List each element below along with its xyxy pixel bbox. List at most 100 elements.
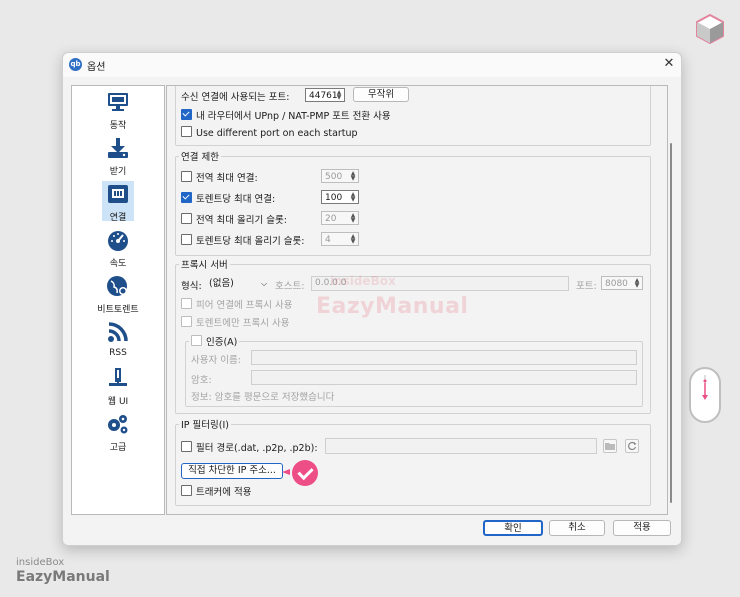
sidebar: 동작 받기 연결 속도 비트토렌트 RSS 웹 UI 고급	[71, 85, 165, 515]
upnp-option[interactable]: 내 라우터에서 UPnp / NAT-PMP 포트 전환 사용	[181, 108, 391, 122]
webui-icon	[106, 367, 130, 389]
manually-banned-ip-button[interactable]: 직접 차단한 IP 주소...	[181, 463, 283, 479]
sidebar-item-connection[interactable]: 연결	[72, 180, 164, 226]
global-upload-slots-checkbox[interactable]	[181, 213, 192, 224]
apply-button[interactable]: 적용	[613, 520, 671, 536]
proxy-username-label: 사용자 이름:	[191, 355, 241, 366]
global-upload-slots-option[interactable]: 전역 최대 올리기 슬롯:	[181, 212, 287, 226]
per-torrent-max-connections-checkbox[interactable]	[181, 192, 192, 203]
cancel-button[interactable]: 취소	[549, 520, 605, 536]
global-upload-slots-value: 20	[325, 214, 337, 224]
filter-path-option[interactable]: 필터 경로(.dat, .p2p, .p2b):	[181, 440, 318, 454]
sidebar-item-rss[interactable]: RSS	[72, 318, 164, 364]
upnp-checkbox[interactable]	[181, 109, 192, 120]
ip-filter-title: IP 필터링(I)	[179, 417, 231, 431]
global-max-connections-label: 전역 최대 연결:	[196, 173, 258, 184]
per-torrent-max-connections-option[interactable]: 토렌트당 최대 연결:	[181, 191, 275, 205]
proxy-password-label: 암호:	[191, 375, 212, 386]
different-port-checkbox[interactable]	[181, 126, 192, 137]
sidebar-item-label: 연결	[109, 213, 127, 223]
proxy-auth-label: 인증(A)	[206, 337, 238, 348]
brand-large-text: EazyManual	[16, 569, 110, 585]
per-torrent-max-connections-spinbox[interactable]: 100 ▲ ▼	[321, 190, 359, 204]
rss-icon	[106, 321, 130, 343]
sidebar-item-webui[interactable]: 웹 UI	[72, 364, 164, 410]
gears-icon	[106, 413, 130, 435]
scrollbar-thumb[interactable]	[670, 143, 672, 503]
sidebar-item-label: RSS	[109, 348, 127, 358]
proxy-username-input[interactable]	[251, 350, 637, 365]
proxy-peer-option[interactable]: 피어 연결에 프록시 사용	[181, 297, 292, 311]
listening-port-spinbox[interactable]: 44761 ▲ ▼	[305, 88, 345, 102]
per-torrent-upload-slots-label: 토렌트당 최대 올리기 슬롯:	[196, 236, 305, 247]
proxy-peer-label: 피어 연결에 프록시 사용	[196, 300, 293, 311]
apply-to-trackers-label: 트래커에 적용	[196, 487, 252, 498]
global-max-connections-value: 500	[325, 172, 343, 182]
spin-arrows-icon: ▲ ▼	[350, 212, 356, 224]
proxy-title: 프록시 서버	[179, 257, 230, 271]
per-torrent-max-connections-value: 100	[325, 193, 343, 203]
proxy-type-value: (없음)	[209, 278, 234, 289]
sidebar-item-bittorrent[interactable]: 비트토렌트	[72, 272, 164, 318]
filter-path-input[interactable]	[325, 438, 597, 454]
random-port-button[interactable]: 무작위	[353, 87, 409, 102]
sidebar-item-label: 동작	[109, 121, 127, 131]
speedometer-icon	[106, 229, 130, 251]
sidebar-item-label: 비트토렌트	[97, 305, 139, 315]
proxy-auth-checkbox[interactable]	[191, 335, 202, 346]
logo-cube-icon	[696, 13, 724, 45]
proxy-torrent-only-checkbox[interactable]	[181, 316, 192, 327]
listening-port-value: 44761	[309, 91, 338, 101]
global-max-connections-option[interactable]: 전역 최대 연결:	[181, 170, 258, 184]
proxy-type-select[interactable]: (없음) ⌵	[209, 276, 271, 291]
global-upload-slots-label: 전역 최대 올리기 슬롯:	[196, 215, 287, 226]
sidebar-item-label: 웹 UI	[107, 397, 129, 407]
connection-limits-title: 연결 제한	[179, 149, 221, 163]
apply-to-trackers-checkbox[interactable]	[181, 485, 192, 496]
ok-button[interactable]: 확인	[483, 520, 543, 536]
reload-filter-button[interactable]	[625, 439, 639, 453]
mouse-scroll-icon	[689, 367, 721, 423]
network-icon	[106, 183, 130, 205]
per-torrent-upload-slots-spinbox[interactable]: 4 ▲ ▼	[321, 232, 359, 246]
sidebar-item-label: 받기	[109, 167, 127, 177]
global-upload-slots-spinbox[interactable]: 20 ▲ ▼	[321, 211, 359, 225]
proxy-port-label: 포트:	[576, 281, 597, 292]
per-torrent-upload-slots-option[interactable]: 토렌트당 최대 올리기 슬롯:	[181, 233, 304, 247]
proxy-torrent-only-option[interactable]: 토렌트에만 프록시 사용	[181, 315, 289, 329]
proxy-port-value: 8080	[605, 279, 628, 289]
spin-arrows-icon: ▲ ▼	[336, 89, 342, 101]
spin-arrows-icon: ▲ ▼	[634, 277, 640, 289]
title-bar: qb 옵션 ✕	[63, 53, 681, 77]
sidebar-item-behavior[interactable]: 동작	[72, 88, 164, 134]
spin-arrows-icon: ▲ ▼	[350, 233, 356, 245]
sidebar-item-downloads[interactable]: 받기	[72, 134, 164, 180]
per-torrent-upload-slots-checkbox[interactable]	[181, 234, 192, 245]
global-max-connections-spinbox[interactable]: 500 ▲ ▼	[321, 169, 359, 183]
upnp-label: 내 라우터에서 UPnp / NAT-PMP 포트 전환 사용	[196, 111, 391, 122]
proxy-port-spinbox[interactable]: 8080 ▲ ▼	[601, 276, 643, 290]
brand-small-text: insideBox	[16, 557, 65, 568]
proxy-peer-checkbox[interactable]	[181, 298, 192, 309]
proxy-type-label: 형식:	[181, 281, 202, 292]
proxy-auth-option[interactable]: 인증(A)	[189, 334, 240, 348]
spin-arrows-icon: ▲ ▼	[350, 191, 356, 203]
chevron-down-icon: ⌵	[261, 279, 268, 288]
different-port-label: Use different port on each startup	[196, 128, 358, 139]
vertical-scrollbar[interactable]	[666, 85, 676, 513]
filter-path-checkbox[interactable]	[181, 441, 192, 452]
per-torrent-upload-slots-value: 4	[325, 235, 331, 245]
close-button[interactable]: ✕	[661, 55, 677, 73]
download-icon	[106, 137, 130, 159]
folder-browse-button[interactable]	[603, 439, 617, 453]
sidebar-item-advanced[interactable]: 고급	[72, 410, 164, 456]
watermark-text: EazyManual	[316, 294, 469, 319]
apply-to-trackers-option[interactable]: 트래커에 적용	[181, 484, 251, 498]
sidebar-item-speed[interactable]: 속도	[72, 226, 164, 272]
refresh-icon	[628, 441, 637, 451]
different-port-option[interactable]: Use different port on each startup	[181, 126, 358, 139]
spin-arrows-icon: ▲ ▼	[350, 170, 356, 182]
proxy-password-input[interactable]	[251, 370, 637, 385]
global-max-connections-checkbox[interactable]	[181, 171, 192, 182]
proxy-info-text: 정보: 암호를 평문으로 저장했습니다	[191, 392, 335, 403]
